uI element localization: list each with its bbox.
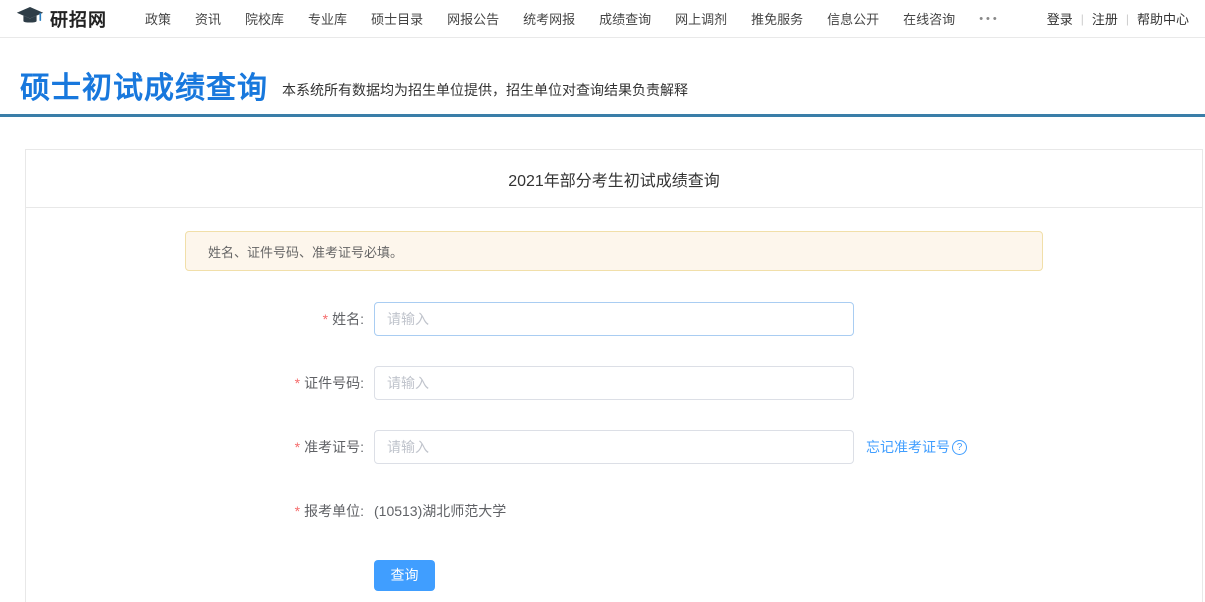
form-row-id-number: *证件号码: bbox=[26, 366, 1202, 400]
card-body: 姓名、证件号码、准考证号必填。 *姓名: *证件号码: *准考证号: 忘记准考证… bbox=[26, 208, 1202, 592]
required-fields-alert: 姓名、证件号码、准考证号必填。 bbox=[185, 231, 1043, 271]
logo-text: 研招网 bbox=[50, 6, 107, 32]
apply-unit-value: (10513)湖北师范大学 bbox=[374, 501, 506, 521]
name-input[interactable] bbox=[374, 302, 854, 336]
card-header: 2021年部分考生初试成绩查询 bbox=[26, 150, 1202, 208]
site-logo[interactable]: 研招网 bbox=[16, 5, 107, 32]
query-button[interactable]: 查询 bbox=[374, 560, 435, 591]
card-title: 2021年部分考生初试成绩查询 bbox=[508, 167, 720, 191]
required-asterisk: * bbox=[323, 311, 328, 327]
apply-unit-label: *报考单位: bbox=[26, 501, 364, 521]
nav-item-policy[interactable]: 政策 bbox=[145, 9, 171, 28]
nav-item-exempt-service[interactable]: 推免服务 bbox=[751, 9, 803, 28]
top-navigation-bar: 研招网 政策 资讯 院校库 专业库 硕士目录 网报公告 统考网报 成绩查询 网上… bbox=[0, 0, 1205, 38]
main-content: 2021年部分考生初试成绩查询 姓名、证件号码、准考证号必填。 *姓名: *证件… bbox=[0, 117, 1205, 602]
form-row-submit: 查询 bbox=[26, 558, 1202, 592]
page-title: 硕士初试成绩查询 bbox=[20, 74, 268, 104]
graduation-cap-icon bbox=[16, 5, 50, 32]
required-asterisk: * bbox=[295, 439, 300, 455]
query-card: 2021年部分考生初试成绩查询 姓名、证件号码、准考证号必填。 *姓名: *证件… bbox=[25, 149, 1203, 602]
nav-item-online-report-notice[interactable]: 网报公告 bbox=[447, 9, 499, 28]
id-number-input[interactable] bbox=[374, 366, 854, 400]
nav-item-info-disclosure[interactable]: 信息公开 bbox=[827, 9, 879, 28]
ticket-number-input[interactable] bbox=[374, 430, 854, 464]
form-row-ticket-number: *准考证号: 忘记准考证号 ? bbox=[26, 430, 1202, 464]
ticket-number-label: *准考证号: bbox=[26, 437, 364, 457]
page-subtitle: 本系统所有数据均为招生单位提供，招生单位对查询结果负责解释 bbox=[282, 80, 688, 100]
required-asterisk: * bbox=[295, 375, 300, 391]
name-label: *姓名: bbox=[26, 309, 364, 329]
help-center-link[interactable]: 帮助中心 bbox=[1137, 9, 1189, 28]
question-mark-icon: ? bbox=[952, 440, 967, 455]
auth-separator: | bbox=[1081, 12, 1084, 26]
id-number-label: *证件号码: bbox=[26, 373, 364, 393]
auth-separator: | bbox=[1126, 12, 1129, 26]
forgot-ticket-link[interactable]: 忘记准考证号 ? bbox=[866, 437, 967, 457]
nav-item-online-adjustment[interactable]: 网上调剂 bbox=[675, 9, 727, 28]
form-row-name: *姓名: bbox=[26, 302, 1202, 336]
nav-item-college-library[interactable]: 院校库 bbox=[245, 9, 284, 28]
nav-item-news[interactable]: 资讯 bbox=[195, 9, 221, 28]
nav-item-master-catalog[interactable]: 硕士目录 bbox=[371, 9, 423, 28]
nav-item-major-library[interactable]: 专业库 bbox=[308, 9, 347, 28]
nav-item-score-query[interactable]: 成绩查询 bbox=[599, 9, 651, 28]
form-row-apply-unit: *报考单位: (10513)湖北师范大学 bbox=[26, 494, 1202, 528]
page-header: 硕士初试成绩查询 本系统所有数据均为招生单位提供，招生单位对查询结果负责解释 bbox=[0, 38, 1205, 117]
alert-text: 姓名、证件号码、准考证号必填。 bbox=[208, 242, 403, 261]
required-asterisk: * bbox=[295, 503, 300, 519]
register-link[interactable]: 注册 bbox=[1092, 9, 1118, 28]
nav-item-unified-exam-report[interactable]: 统考网报 bbox=[523, 9, 575, 28]
login-link[interactable]: 登录 bbox=[1047, 9, 1073, 28]
nav-more-ellipsis[interactable]: ••• bbox=[979, 13, 1000, 25]
nav-item-online-consult[interactable]: 在线咨询 bbox=[903, 9, 955, 28]
